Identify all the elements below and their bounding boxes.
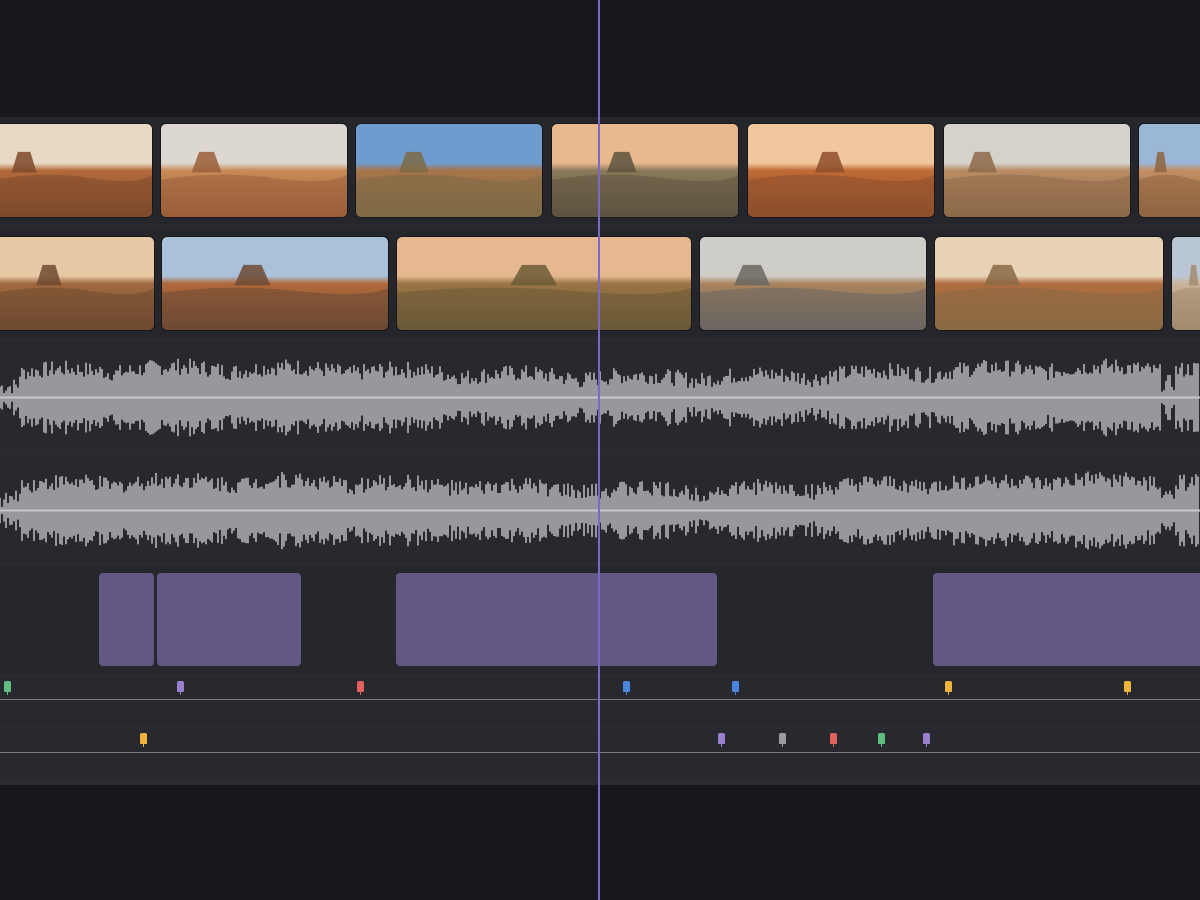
marker-purple[interactable] [718, 733, 725, 747]
thumbnail-image [356, 124, 542, 217]
thumbnail-image [700, 237, 926, 330]
marker-row-2 [0, 729, 1200, 779]
marker-gray[interactable] [779, 733, 786, 747]
thumbnail-image [944, 124, 1130, 217]
clip-desert-edge[interactable] [1139, 124, 1200, 217]
marker-green[interactable] [4, 681, 11, 695]
thumbnail-image [935, 237, 1163, 330]
clip-road-sunset[interactable] [552, 124, 738, 217]
title-clip[interactable] [99, 573, 154, 666]
thumbnail-image [162, 237, 388, 330]
thumbnail-image [552, 124, 738, 217]
clip-desert-buttes[interactable] [0, 124, 152, 217]
thumbnail-image [397, 237, 691, 330]
thumbnail-image [1139, 124, 1200, 217]
audio-track-2 [0, 454, 1200, 563]
marker-green[interactable] [878, 733, 885, 747]
marker-blue[interactable] [623, 681, 630, 695]
clip-cracked-road[interactable] [700, 237, 926, 330]
thumbnail-image [161, 124, 347, 217]
playhead[interactable] [598, 0, 600, 900]
video-track-2 [0, 229, 1200, 337]
marker-purple[interactable] [923, 733, 930, 747]
clip-aerial-road[interactable] [944, 124, 1130, 217]
title-clip[interactable] [157, 573, 301, 666]
marker-yellow[interactable] [140, 733, 147, 747]
clip-lone-butte[interactable] [935, 237, 1163, 330]
clip-mesa-dusk[interactable] [0, 237, 154, 330]
clip-rock-formation[interactable] [748, 124, 934, 217]
marker-line [0, 699, 1200, 700]
clip-grassland[interactable] [397, 237, 691, 330]
title-clip[interactable] [933, 573, 1200, 666]
clip-red-butte[interactable] [162, 237, 388, 330]
marker-yellow[interactable] [945, 681, 952, 695]
audio-waveform[interactable] [0, 341, 1200, 450]
audio-track-1 [0, 341, 1200, 450]
video-track-1 [0, 117, 1200, 224]
title-clip[interactable] [396, 573, 717, 666]
marker-line [0, 752, 1200, 753]
thumbnail-image [0, 237, 154, 330]
title-track [0, 566, 1200, 674]
marker-yellow[interactable] [1124, 681, 1131, 695]
thumbnail-image [1172, 237, 1200, 330]
clip-road-blue-sky[interactable] [356, 124, 542, 217]
marker-red[interactable] [357, 681, 364, 695]
marker-row-1 [0, 677, 1200, 725]
marker-purple[interactable] [177, 681, 184, 695]
thumbnail-image [0, 124, 152, 217]
clip-desert-valley[interactable] [161, 124, 347, 217]
marker-blue[interactable] [732, 681, 739, 695]
clip-partial[interactable] [1172, 237, 1200, 330]
thumbnail-image [748, 124, 934, 217]
audio-waveform[interactable] [0, 454, 1200, 563]
marker-red[interactable] [830, 733, 837, 747]
